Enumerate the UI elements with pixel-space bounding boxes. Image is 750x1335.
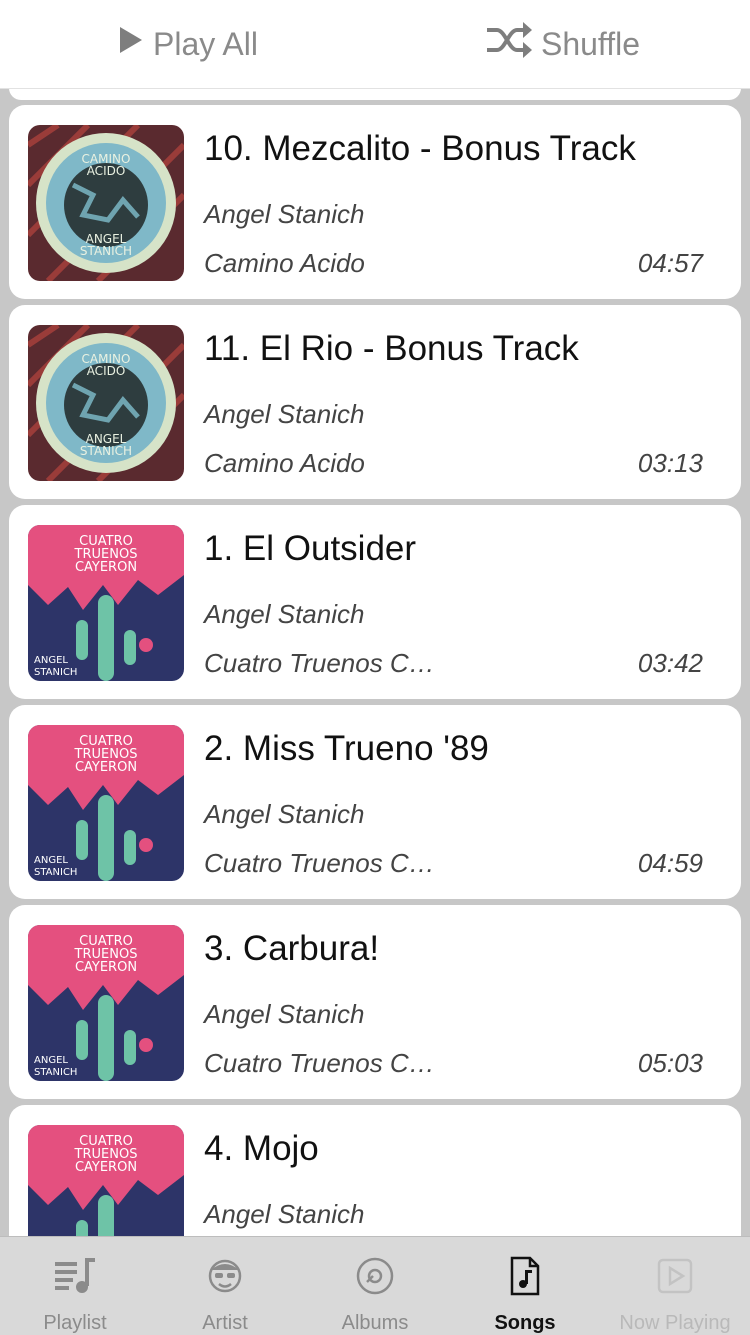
song-duration: 03:42 xyxy=(637,648,703,678)
song-duration: 04:57 xyxy=(637,248,703,278)
song-title: 11. El Rio - Bonus Track xyxy=(204,329,579,368)
songs-icon xyxy=(509,1255,541,1296)
tab-label: Artist xyxy=(202,1312,248,1334)
song-row[interactable]: CAMINO ACIDO ANGEL STANICH 11. El Rio - … xyxy=(9,305,741,499)
song-row[interactable]: CUATRO TRUENOS CAYERON ANGEL STANICH 3. … xyxy=(9,905,741,1099)
play-icon xyxy=(117,25,153,63)
svg-text:STANICH: STANICH xyxy=(80,444,132,458)
play-all-label: Play All xyxy=(153,25,258,62)
camino-acido-cover: CAMINO ACIDO ANGEL STANICH xyxy=(28,325,184,481)
svg-text:ANGEL: ANGEL xyxy=(34,655,68,666)
song-artist: Angel Stanich xyxy=(204,1199,365,1229)
song-artist: Angel Stanich xyxy=(204,399,365,429)
song-row[interactable]: CAMINO ACIDO ANGEL STANICH 10. Mezcalito… xyxy=(9,105,741,299)
song-title: 1. El Outsider xyxy=(204,529,417,568)
now-playing-icon xyxy=(655,1255,695,1296)
cuatro-truenos-cover: CUATRO TRUENOS CAYERON ANGEL STANICH xyxy=(28,525,184,681)
svg-text:STANICH: STANICH xyxy=(34,667,77,678)
svg-text:STANICH: STANICH xyxy=(80,244,132,258)
tab-albums[interactable]: Albums xyxy=(300,1237,450,1335)
song-album: Camino Acido xyxy=(204,448,365,478)
song-duration: 04:59 xyxy=(637,848,703,878)
albums-icon xyxy=(355,1255,395,1296)
svg-text:STANICH: STANICH xyxy=(34,1067,77,1078)
song-artist: Angel Stanich xyxy=(204,199,365,229)
song-artist: Angel Stanich xyxy=(204,799,365,829)
shuffle-label: Shuffle xyxy=(540,25,641,62)
cuatro-truenos-cover: CUATRO TRUENOS CAYERON ANGEL STANICH xyxy=(28,925,184,1081)
song-list[interactable]: CAMINO ACIDO ANGEL STANICH 10. Mezcalito… xyxy=(0,88,750,1236)
song-album: Camino Acido xyxy=(204,248,365,278)
song-row[interactable]: CUATRO TRUENOS CAYERON 4. Mojo Angel Sta… xyxy=(9,1105,741,1236)
playlist-icon xyxy=(53,1255,97,1296)
svg-text:CAYERON: CAYERON xyxy=(75,960,137,975)
song-title: 4. Mojo xyxy=(204,1129,319,1168)
artist-icon xyxy=(205,1255,245,1296)
svg-text:ACIDO: ACIDO xyxy=(87,164,126,178)
song-artist: Angel Stanich xyxy=(204,999,365,1029)
svg-text:ANGEL: ANGEL xyxy=(34,1055,68,1066)
song-title: 10. Mezcalito - Bonus Track xyxy=(204,129,636,168)
shuffle-icon xyxy=(485,20,541,68)
tab-label: Playlist xyxy=(43,1312,107,1334)
song-artist: Angel Stanich xyxy=(204,599,365,629)
action-bar: Play All Shuffle xyxy=(0,0,750,89)
song-row[interactable]: CUATRO TRUENOS CAYERON ANGEL STANICH 2. … xyxy=(9,705,741,899)
song-duration: 05:03 xyxy=(637,1048,703,1078)
song-title: 2. Miss Trueno '89 xyxy=(204,729,489,768)
song-album: Cuatro Truenos Ca… xyxy=(204,648,444,678)
tab-bar: Playlist Artist Albums Songs Now Playing xyxy=(0,1236,750,1335)
tab-songs[interactable]: Songs xyxy=(450,1237,600,1335)
previous-card-edge xyxy=(9,88,741,100)
tab-label: Now Playing xyxy=(619,1312,731,1334)
svg-text:CAYERON: CAYERON xyxy=(75,1160,137,1175)
svg-text:STANICH: STANICH xyxy=(34,867,77,878)
cuatro-truenos-cover: CUATRO TRUENOS CAYERON ANGEL STANICH xyxy=(28,725,184,881)
tab-label: Songs xyxy=(494,1312,556,1334)
song-album: Cuatro Truenos Ca… xyxy=(204,1048,444,1078)
tab-now-playing[interactable]: Now Playing xyxy=(600,1237,750,1335)
tab-playlist[interactable]: Playlist xyxy=(0,1237,150,1335)
svg-text:ANGEL: ANGEL xyxy=(34,855,68,866)
svg-text:CAYERON: CAYERON xyxy=(75,760,137,775)
camino-acido-cover: CAMINO ACIDO ANGEL STANICH xyxy=(28,125,184,281)
svg-text:CAYERON: CAYERON xyxy=(75,560,137,575)
song-duration: 03:13 xyxy=(637,448,703,478)
song-title: 3. Carbura! xyxy=(204,929,380,968)
shuffle-button[interactable]: Shuffle xyxy=(375,20,750,68)
play-all-button[interactable]: Play All xyxy=(0,25,375,63)
svg-text:ACIDO: ACIDO xyxy=(87,364,126,378)
song-album: Cuatro Truenos Ca… xyxy=(204,848,444,878)
song-row[interactable]: CUATRO TRUENOS CAYERON ANGEL STANICH 1. … xyxy=(9,505,741,699)
tab-artist[interactable]: Artist xyxy=(150,1237,300,1335)
cuatro-truenos-cover: CUATRO TRUENOS CAYERON xyxy=(28,1125,184,1236)
tab-label: Albums xyxy=(341,1312,409,1334)
